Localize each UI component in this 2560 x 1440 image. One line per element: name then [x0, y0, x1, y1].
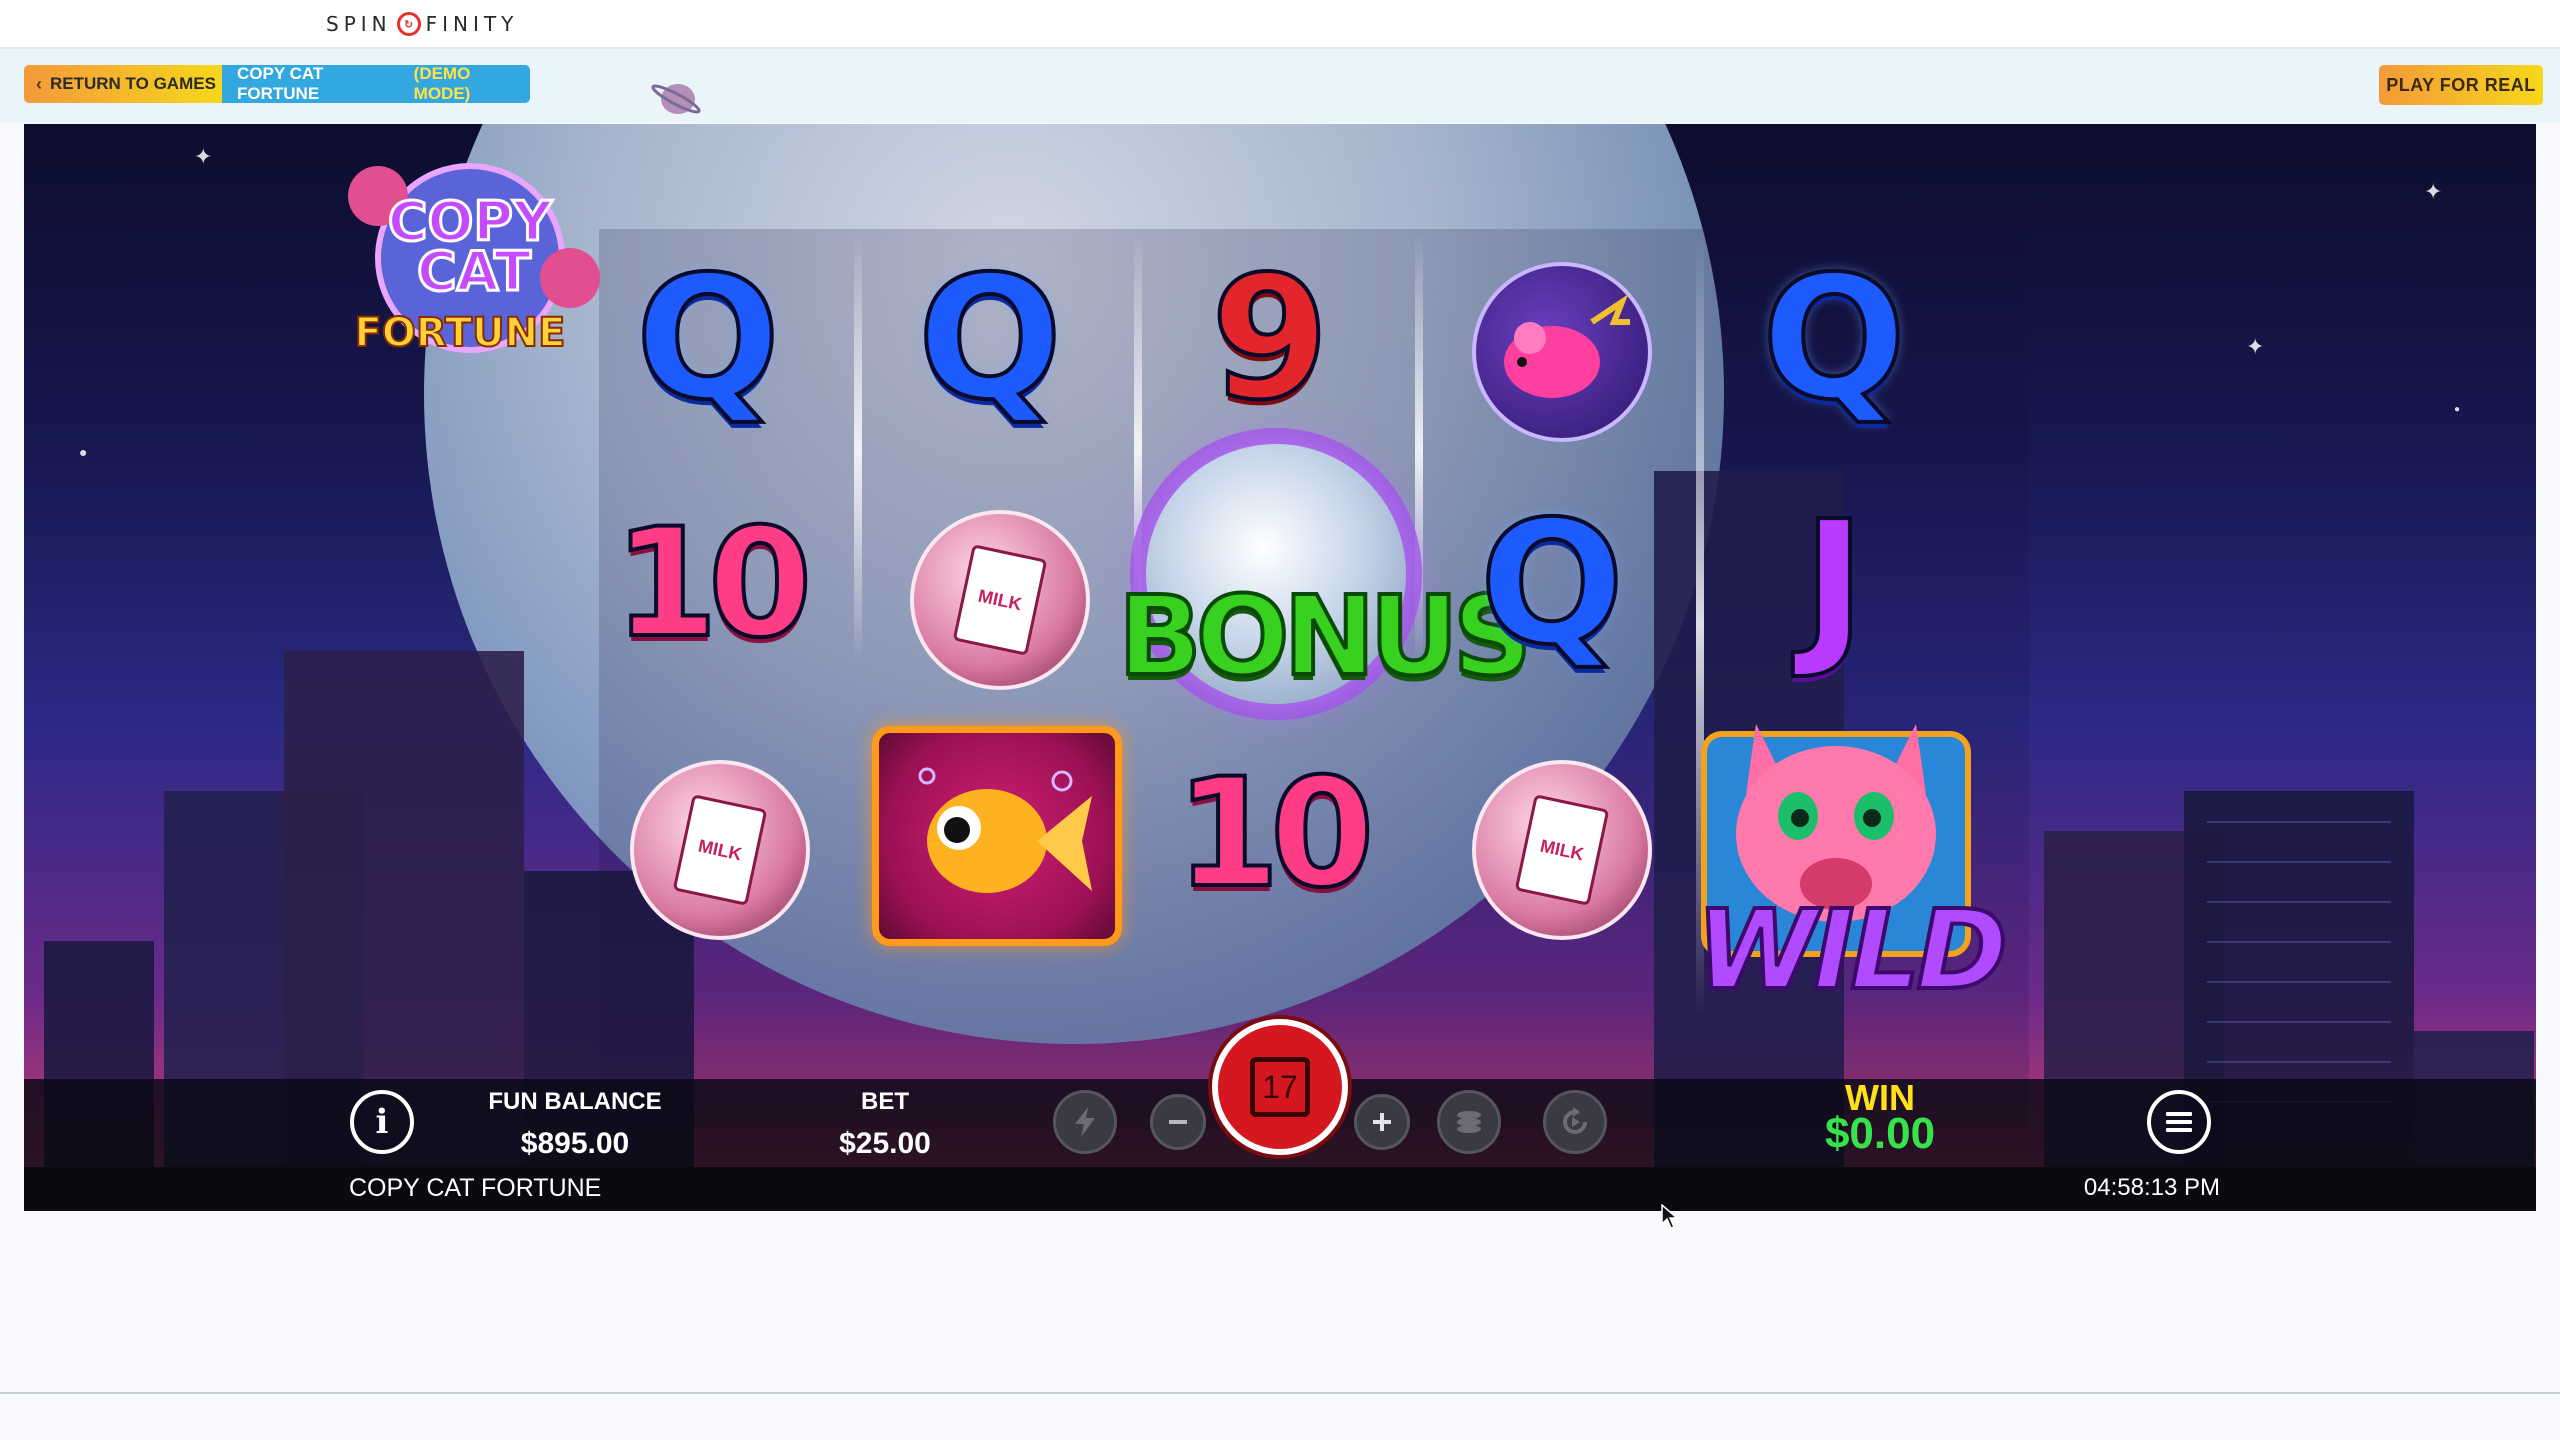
fun-balance-value: $895.00	[520, 1127, 630, 1160]
coins-icon	[1457, 1111, 1481, 1133]
symbol-10: 10	[1174, 745, 1377, 923]
symbol-milk: MILK	[910, 510, 1090, 690]
milk-carton-icon: MILK	[952, 544, 1048, 656]
lightning-icon	[1075, 1107, 1095, 1137]
symbol-toy-mouse	[1472, 262, 1652, 442]
wild-label: WILD	[1694, 884, 2010, 1016]
autoplay-icon	[1563, 1107, 1587, 1134]
goldfish-icon	[918, 767, 1092, 893]
plus-icon	[1373, 1113, 1391, 1131]
footer-divider	[0, 1392, 2560, 1394]
chevron-left-icon: ‹	[36, 73, 42, 94]
menu-button[interactable]	[2147, 1090, 2211, 1154]
coins-button[interactable]	[1437, 1090, 1501, 1154]
game-name-footer: COPY CAT FORTUNE	[349, 1174, 602, 1202]
symbol-q: Q	[1760, 238, 1909, 440]
symbol-goldfish	[872, 726, 1122, 946]
symbol-q: Q	[916, 238, 1065, 440]
milk-carton-icon: MILK	[672, 794, 768, 906]
play-for-real-button[interactable]: PLAY FOR REAL	[2379, 65, 2543, 105]
logo-line-2: CAT	[417, 240, 531, 303]
game-clock: 04:58:13 PM	[2083, 1174, 2220, 1201]
symbol-q: Q	[1478, 483, 1627, 685]
star-decoration: ●	[79, 444, 88, 460]
star-decoration: ✦	[2424, 179, 2443, 204]
hamburger-menu-icon	[2166, 1112, 2192, 1132]
symbol-bonus: BONUS	[1116, 444, 1534, 744]
symbol-wild-cat: WILD	[1686, 684, 2010, 1024]
spin-count: 17	[1250, 1057, 1310, 1117]
symbol-10: 10	[612, 495, 815, 673]
game-title-label: COPY CAT FORTUNE	[237, 64, 324, 103]
spin-button[interactable]: 17	[1212, 1019, 1348, 1155]
logo-line-3: FORTUNE	[355, 310, 566, 356]
info-icon: i	[375, 1102, 389, 1142]
decrease-bet-button[interactable]	[1150, 1094, 1206, 1150]
copy-cat-fortune-logo: COPY CAT FORTUNE	[348, 163, 600, 357]
planet-icon	[651, 84, 701, 114]
autoplay-button[interactable]	[1543, 1090, 1607, 1154]
demo-mode-label: (DEMO MODE)	[413, 64, 471, 103]
bet-label: BET	[861, 1088, 909, 1115]
increase-bet-button[interactable]	[1354, 1094, 1410, 1150]
logo-spinner-icon: ↻	[396, 12, 421, 36]
toy-mouse-icon	[1504, 294, 1630, 398]
reel-separator	[854, 234, 862, 664]
symbol-milk: MILK	[630, 760, 810, 940]
fun-balance-label: FUN BALANCE	[488, 1088, 662, 1115]
symbol-9: 9	[1209, 238, 1331, 440]
game-title-tag: COPY CAT FORTUNE (DEMO MODE)	[222, 64, 530, 103]
symbol-q: Q	[634, 238, 783, 440]
win-value: $0.00	[1824, 1109, 1936, 1158]
return-to-games-label: RETURN TO GAMES	[50, 74, 216, 93]
symbol-j: J	[1800, 483, 1867, 685]
bet-value: $25.00	[839, 1127, 931, 1160]
logo-text-left: SPIN	[326, 12, 392, 36]
turbo-button[interactable]	[1053, 1090, 1117, 1154]
star-decoration: ●	[2454, 404, 2461, 415]
star-decoration: ✦	[2246, 334, 2265, 359]
spinfinity-logo[interactable]: SPIN ↻ FINITY	[326, 8, 518, 40]
symbol-milk: MILK	[1472, 760, 1652, 940]
return-to-games-button[interactable]: ‹ RETURN TO GAMES	[24, 65, 222, 103]
milk-carton-icon: MILK	[1514, 794, 1610, 906]
top-navigation: SPIN ↻ FINITY	[0, 0, 2560, 49]
info-button[interactable]: i	[350, 1090, 414, 1154]
minus-icon	[1169, 1120, 1187, 1124]
play-for-real-label: PLAY FOR REAL	[2386, 74, 2536, 95]
star-decoration: ✦	[194, 144, 213, 169]
bonus-label: BONUS	[1116, 570, 1534, 702]
logo-text-right: FINITY	[425, 12, 519, 36]
mouse-cursor-icon	[1661, 1204, 1679, 1229]
